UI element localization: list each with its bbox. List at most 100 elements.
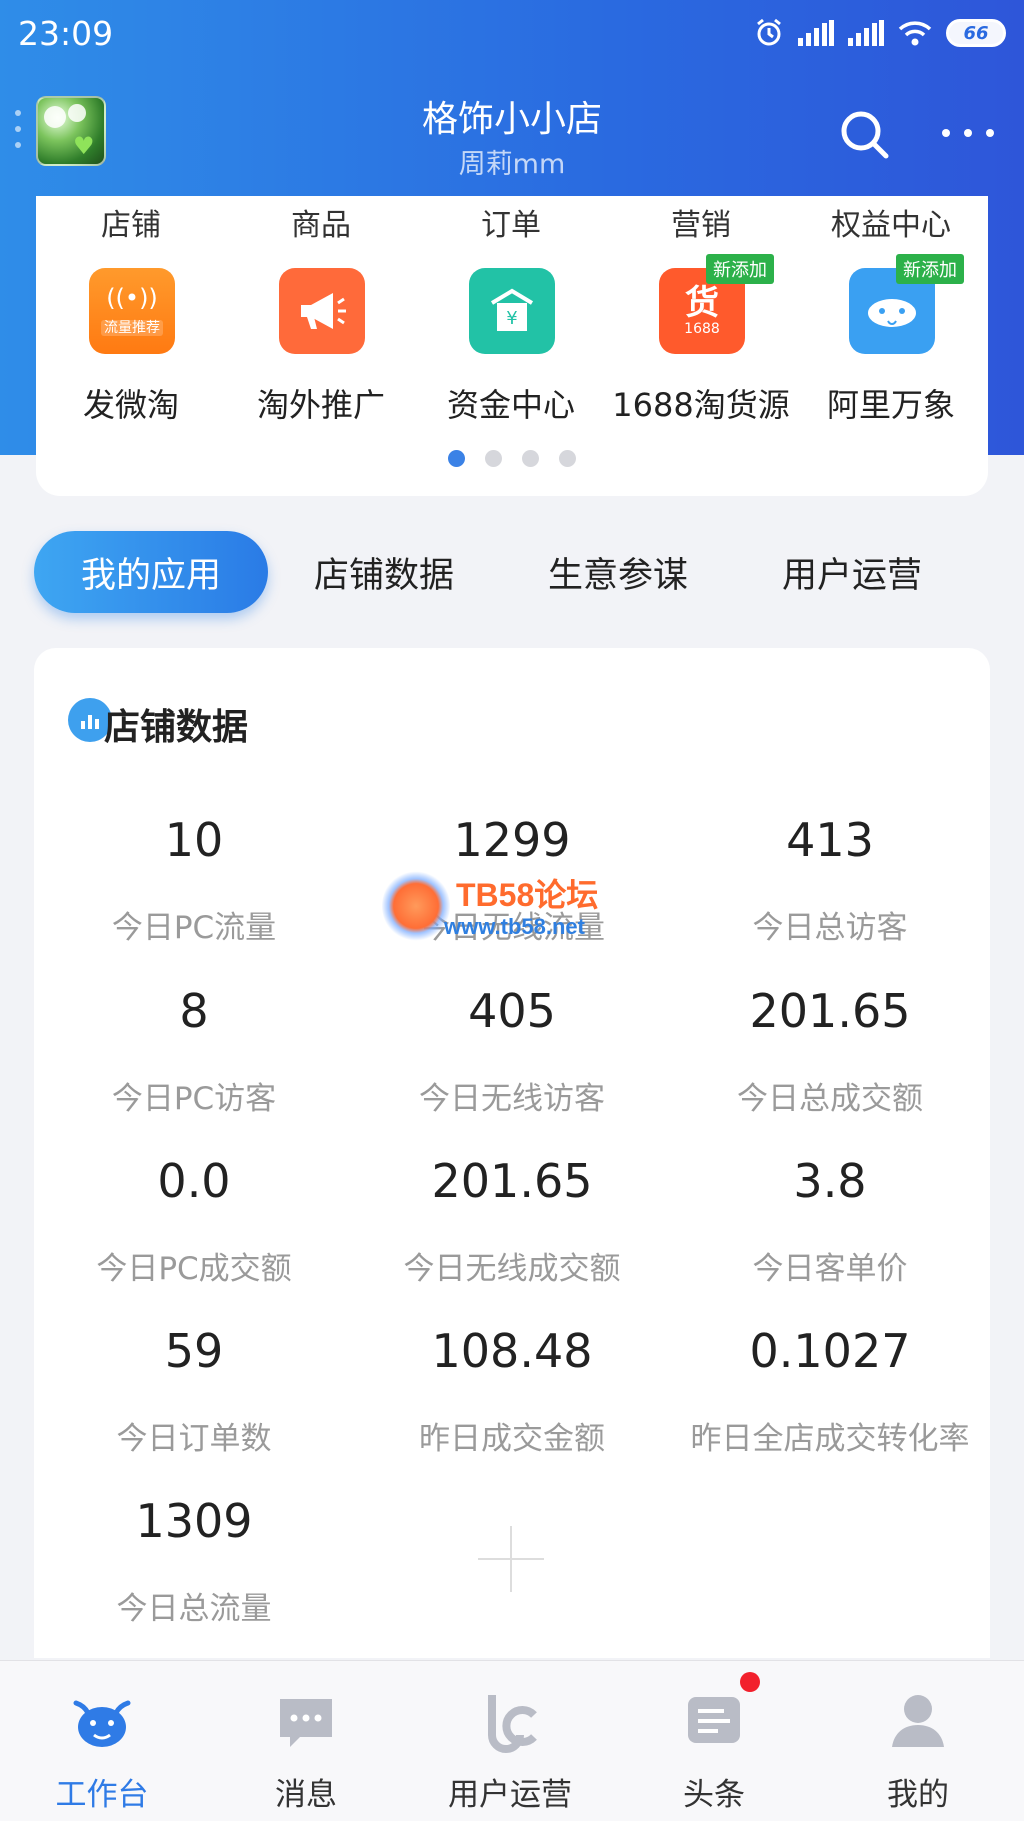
app-ali-wanxiang[interactable]: 新添加 阿里万象 xyxy=(796,254,986,424)
category-tab-goods[interactable]: 商品 xyxy=(226,200,416,244)
metric-label: 今日客单价 xyxy=(752,1251,908,1287)
nav-profile[interactable]: 我的 xyxy=(816,1661,1020,1821)
cow-icon xyxy=(73,1700,131,1747)
metric-value: 413 xyxy=(786,813,874,867)
app-fund-center[interactable]: ¥ 资金中心 xyxy=(416,268,606,424)
metric-item[interactable]: 0.0 今日PC成交额 xyxy=(34,1151,354,1288)
metric-item[interactable]: 59 今日订单数 xyxy=(34,1321,354,1458)
nav-label: 用户运营 xyxy=(448,1777,572,1813)
nav-user-ops[interactable]: 用户运营 xyxy=(408,1661,612,1821)
metric-value: 201.65 xyxy=(431,1154,593,1208)
metric-item[interactable]: 413 今日总访客 xyxy=(670,810,990,947)
metric-label: 今日PC成交额 xyxy=(96,1251,292,1287)
add-metric-button[interactable] xyxy=(478,1526,544,1592)
metric-label: 今日无线成交额 xyxy=(403,1251,621,1287)
tab-my-apps[interactable]: 我的应用 xyxy=(34,531,268,613)
metric-item[interactable]: 10 今日PC流量 xyxy=(34,810,354,947)
metric-label: 今日总成交额 xyxy=(737,1081,923,1117)
more-icon[interactable] xyxy=(942,118,994,148)
page-dot[interactable] xyxy=(522,450,539,467)
svg-text:¥: ¥ xyxy=(506,308,517,329)
metric-value: 201.65 xyxy=(749,984,911,1038)
metric-item[interactable]: 3.8 今日客单价 xyxy=(670,1151,990,1288)
metric-value: 3.8 xyxy=(793,1154,867,1208)
watermark: TB58论坛 www.tb58.net xyxy=(382,870,642,950)
wifi-icon xyxy=(898,21,932,46)
metric-label: 今日总流量 xyxy=(116,1591,272,1627)
metric-label: 今日总访客 xyxy=(752,910,908,946)
app-label: 资金中心 xyxy=(446,386,575,424)
status-bar: 23:09 66 xyxy=(0,0,1024,70)
metric-value: 8 xyxy=(179,984,209,1038)
app-1688-source[interactable]: 货 1688 新添加 1688淘货源 xyxy=(606,254,796,424)
tab-user-operations[interactable]: 用户运营 xyxy=(752,531,952,613)
signal-icon xyxy=(798,20,834,46)
user-ops-icon xyxy=(488,1695,537,1753)
metric-item[interactable]: 201.65 今日总成交额 xyxy=(670,981,990,1118)
category-tabs: 店铺 商品 订单 营销 权益中心 xyxy=(36,196,988,252)
app-taowai-promotion[interactable]: 淘外推广 xyxy=(226,268,416,424)
status-icons: 66 xyxy=(754,18,1006,48)
category-tab-shop[interactable]: 店铺 xyxy=(36,200,226,244)
app-label: 淘外推广 xyxy=(256,386,385,424)
bottom-navigation: 工作台 消息 用户运营 头条 我的 xyxy=(0,1660,1024,1821)
metric-item[interactable]: 8 今日PC访客 xyxy=(34,981,354,1118)
metric-value: 405 xyxy=(468,984,556,1038)
bank-icon: ¥ xyxy=(469,268,555,354)
metric-item[interactable]: 1309 今日总流量 xyxy=(34,1491,354,1628)
nav-label: 工作台 xyxy=(55,1777,149,1813)
app-label: 阿里万象 xyxy=(826,386,955,424)
metric-label: 今日PC访客 xyxy=(111,1081,277,1117)
page-dot[interactable] xyxy=(448,450,465,467)
message-icon xyxy=(280,1699,332,1747)
news-icon xyxy=(688,1697,740,1743)
battery-icon: 66 xyxy=(946,19,1006,47)
watermark-title: TB58论坛 xyxy=(456,877,599,913)
signal-icon xyxy=(848,20,884,46)
metric-value: 1309 xyxy=(135,1494,253,1548)
metric-value: 1299 xyxy=(453,813,571,867)
metric-value: 10 xyxy=(164,813,224,867)
metric-value: 0.1027 xyxy=(749,1324,911,1378)
metric-value: 108.48 xyxy=(431,1324,593,1378)
category-tab-orders[interactable]: 订单 xyxy=(416,200,606,244)
app-label: 1688淘货源 xyxy=(612,386,790,424)
nav-label: 头条 xyxy=(683,1777,745,1813)
nav-headlines[interactable]: 头条 xyxy=(612,1661,816,1821)
nav-label: 消息 xyxy=(275,1777,337,1813)
hand-logo-icon xyxy=(382,870,450,942)
metric-item[interactable]: 108.48 昨日成交金额 xyxy=(352,1321,672,1458)
metric-label: 昨日成交金额 xyxy=(419,1421,605,1457)
category-tab-marketing[interactable]: 营销 xyxy=(606,200,796,244)
app-label: 发微淘 xyxy=(82,386,179,424)
metric-value: 59 xyxy=(164,1324,224,1378)
tab-business-advisor[interactable]: 生意参谋 xyxy=(518,531,718,613)
category-tab-rights[interactable]: 权益中心 xyxy=(796,200,986,244)
metric-item[interactable]: 405 今日无线访客 xyxy=(352,981,672,1118)
megaphone-icon xyxy=(279,268,365,354)
broadcast-icon: ((•)) 流量推荐 xyxy=(89,268,175,354)
page-dot[interactable] xyxy=(559,450,576,467)
page-indicator xyxy=(36,450,988,467)
profile-icon xyxy=(892,1695,944,1747)
app-fa-weitao[interactable]: ((•)) 流量推荐 发微淘 xyxy=(36,268,226,424)
tab-shop-data[interactable]: 店铺数据 xyxy=(284,531,484,613)
search-icon[interactable] xyxy=(838,108,892,162)
new-badge: 新添加 xyxy=(706,254,774,284)
notification-dot xyxy=(740,1672,760,1692)
page-dot[interactable] xyxy=(485,450,502,467)
metric-item[interactable]: 201.65 今日无线成交额 xyxy=(352,1151,672,1288)
nav-label: 我的 xyxy=(887,1777,949,1813)
metric-label: 昨日全店成交转化率 xyxy=(690,1421,970,1457)
nav-workbench[interactable]: 工作台 xyxy=(0,1661,204,1821)
metric-label: 今日订单数 xyxy=(116,1421,272,1457)
card-title: 店铺数据 xyxy=(104,707,249,748)
nav-messages[interactable]: 消息 xyxy=(204,1661,408,1821)
new-badge: 新添加 xyxy=(896,254,964,284)
shortcut-panel: 店铺 商品 订单 营销 权益中心 ((•)) 流量推荐 发微淘 淘外推广 ¥ 资… xyxy=(36,196,988,496)
status-time: 23:09 xyxy=(18,14,114,53)
metric-item[interactable]: 0.1027 昨日全店成交转化率 xyxy=(670,1321,990,1458)
watermark-url: www.tb58.net xyxy=(444,914,585,939)
metric-label: 今日无线访客 xyxy=(419,1081,605,1117)
alarm-icon xyxy=(757,18,781,46)
